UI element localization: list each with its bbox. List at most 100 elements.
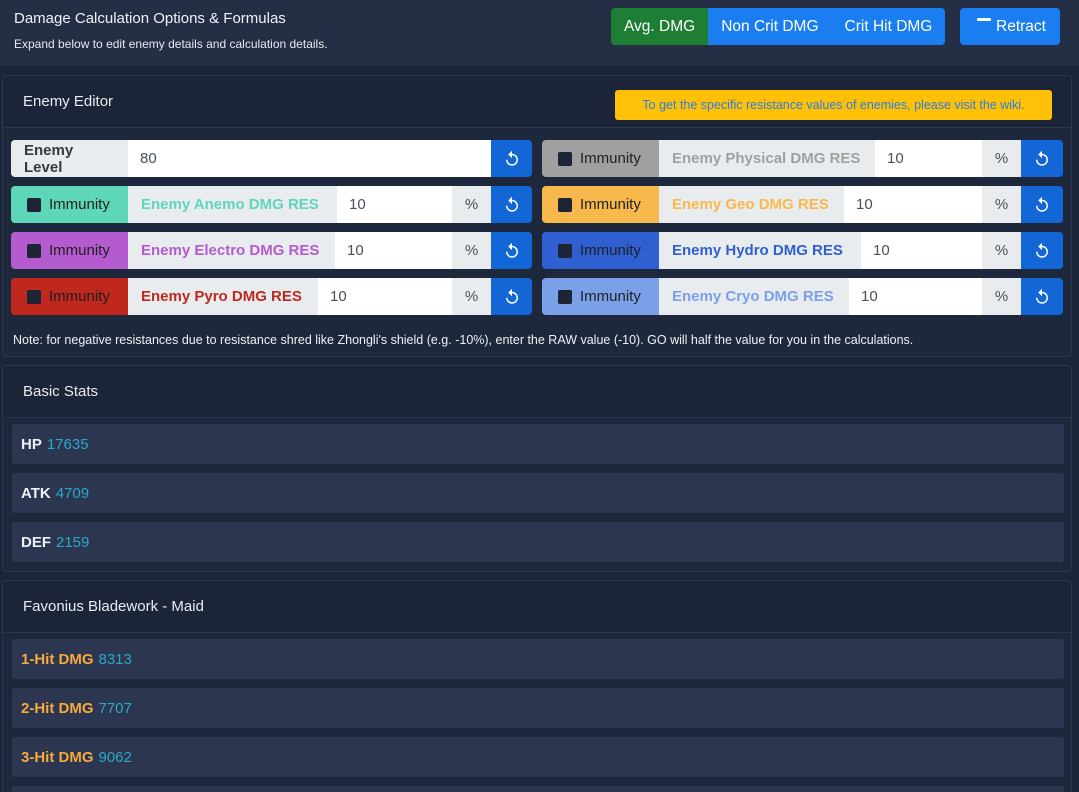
physical-immunity-toggle[interactable]: Immunity xyxy=(542,140,659,177)
checkbox-icon xyxy=(27,243,41,258)
geo-immunity-toggle[interactable]: Immunity xyxy=(542,186,659,223)
immunity-label: Immunity xyxy=(580,150,641,167)
wiki-link[interactable]: To get the specific resistance values of… xyxy=(615,90,1052,120)
cryo-res-input[interactable]: 10 xyxy=(849,278,982,315)
geo-res-input[interactable]: 10 xyxy=(844,186,982,223)
percent-label: % xyxy=(452,278,491,315)
undo-icon xyxy=(505,242,518,258)
electro-res-label: Enemy Electro DMG RES xyxy=(128,232,335,269)
anemo-res-input[interactable]: 10 xyxy=(337,186,452,223)
talent-value: 8313 xyxy=(98,650,132,668)
checkbox-icon xyxy=(27,289,41,304)
undo-icon xyxy=(505,288,518,304)
physical-res-input[interactable]: 10 xyxy=(875,140,982,177)
enemy-level-label: Enemy Level xyxy=(11,140,128,177)
electro-res-row: Immunity Enemy Electro DMG RES 10 % xyxy=(11,232,532,269)
hydro-res-input[interactable]: 10 xyxy=(861,232,982,269)
cryo-res-label: Enemy Cryo DMG RES xyxy=(659,278,849,315)
percent-label: % xyxy=(982,278,1021,315)
stat-label: HP xyxy=(21,435,42,453)
cryo-res-reset-button[interactable] xyxy=(1021,278,1063,315)
undo-icon xyxy=(505,196,518,212)
enemy-level-input[interactable]: 80 xyxy=(128,140,491,177)
stat-label: ATK xyxy=(21,484,51,502)
talent-row-2: 2-Hit DMG 7707 xyxy=(12,688,1064,728)
enemy-level-reset-button[interactable] xyxy=(491,140,532,177)
pyro-res-row: Immunity Enemy Pyro DMG RES 10 % xyxy=(11,278,532,315)
stat-value: 2159 xyxy=(56,533,90,551)
checkbox-icon xyxy=(558,243,572,258)
talent-label: 2-Hit DMG xyxy=(21,699,94,717)
talent-label: 1-Hit DMG xyxy=(21,650,94,668)
talent-row-3: 3-Hit DMG 9062 xyxy=(12,737,1064,777)
undo-icon xyxy=(1036,196,1048,212)
checkbox-icon xyxy=(558,197,572,212)
mode-avg-dmg-button[interactable]: Avg. DMG xyxy=(611,8,709,45)
basic-stats-title: Basic Stats xyxy=(23,383,99,400)
percent-label: % xyxy=(982,140,1021,177)
pyro-res-input[interactable]: 10 xyxy=(318,278,452,315)
resistance-note: Note: for negative resistances due to re… xyxy=(13,333,914,347)
talent-value: 9062 xyxy=(98,748,132,766)
talent-value: 7707 xyxy=(98,699,132,717)
geo-res-label: Enemy Geo DMG RES xyxy=(659,186,844,223)
damage-options-header: Damage Calculation Options & Formulas Ex… xyxy=(0,0,1079,67)
retract-label: Retract xyxy=(996,17,1046,35)
talent-row-4 xyxy=(12,786,1064,792)
anemo-res-row: Immunity Enemy Anemo DMG RES 10 % xyxy=(11,186,532,223)
hydro-immunity-toggle[interactable]: Immunity xyxy=(542,232,659,269)
undo-icon xyxy=(1036,242,1048,258)
geo-res-reset-button[interactable] xyxy=(1021,186,1063,223)
percent-label: % xyxy=(452,232,491,269)
talent-card: Favonius Bladework - Maid 1-Hit DMG 8313… xyxy=(2,580,1072,792)
checkbox-icon xyxy=(558,151,572,166)
hydro-res-reset-button[interactable] xyxy=(1021,232,1063,269)
enemy-editor-header: Enemy Editor To get the specific resista… xyxy=(3,76,1071,128)
percent-label: % xyxy=(982,232,1021,269)
basic-stats-card: Basic Stats HP 17635 ATK 4709 DEF 2159 xyxy=(2,365,1072,572)
anemo-immunity-toggle[interactable]: Immunity xyxy=(11,186,128,223)
mode-crit-hit-button[interactable]: Crit Hit DMG xyxy=(831,8,946,45)
cryo-immunity-toggle[interactable]: Immunity xyxy=(542,278,659,315)
undo-icon xyxy=(505,150,518,166)
hydro-res-row: Immunity Enemy Hydro DMG RES 10 % xyxy=(542,232,1063,269)
electro-res-input[interactable]: 10 xyxy=(335,232,452,269)
immunity-label: Immunity xyxy=(49,242,110,259)
percent-label: % xyxy=(982,186,1021,223)
stat-row-hp: HP 17635 xyxy=(12,424,1064,464)
electro-immunity-toggle[interactable]: Immunity xyxy=(11,232,128,269)
pyro-res-label: Enemy Pyro DMG RES xyxy=(128,278,318,315)
undo-icon xyxy=(1036,288,1048,304)
retract-button[interactable]: Retract xyxy=(960,8,1060,45)
stat-value: 17635 xyxy=(46,435,89,453)
physical-res-reset-button[interactable] xyxy=(1021,140,1063,177)
mode-non-crit-button[interactable]: Non Crit DMG xyxy=(708,8,832,45)
physical-res-row: Immunity Enemy Physical DMG RES 10 % xyxy=(542,140,1063,177)
enemy-editor-card: Enemy Editor To get the specific resista… xyxy=(2,75,1072,357)
talent-row-1: 1-Hit DMG 8313 xyxy=(12,639,1064,679)
undo-icon xyxy=(1036,150,1048,166)
stat-value: 4709 xyxy=(55,484,90,502)
header-subtitle: Expand below to edit enemy details and c… xyxy=(14,37,328,51)
header-title: Damage Calculation Options & Formulas xyxy=(14,10,286,27)
physical-res-label: Enemy Physical DMG RES xyxy=(659,140,875,177)
immunity-label: Immunity xyxy=(580,242,641,259)
damage-mode-group: Avg. DMG Non Crit DMG Crit Hit DMG xyxy=(611,8,946,45)
talent-header: Favonius Bladework - Maid xyxy=(3,581,1071,633)
geo-res-row: Immunity Enemy Geo DMG RES 10 % xyxy=(542,186,1063,223)
pyro-res-reset-button[interactable] xyxy=(491,278,532,315)
checkbox-icon xyxy=(27,197,41,212)
immunity-label: Immunity xyxy=(580,288,641,305)
checkbox-icon xyxy=(558,289,572,304)
anemo-res-reset-button[interactable] xyxy=(491,186,532,223)
pyro-immunity-toggle[interactable]: Immunity xyxy=(11,278,128,315)
electro-res-reset-button[interactable] xyxy=(491,232,532,269)
enemy-editor-title: Enemy Editor xyxy=(23,93,114,110)
immunity-label: Immunity xyxy=(580,196,641,213)
talent-label: 3-Hit DMG xyxy=(21,748,94,766)
stat-row-def: DEF 2159 xyxy=(12,522,1064,562)
immunity-label: Immunity xyxy=(49,196,110,213)
cryo-res-row: Immunity Enemy Cryo DMG RES 10 % xyxy=(542,278,1063,315)
percent-label: % xyxy=(452,186,491,223)
anemo-res-label: Enemy Anemo DMG RES xyxy=(128,186,337,223)
